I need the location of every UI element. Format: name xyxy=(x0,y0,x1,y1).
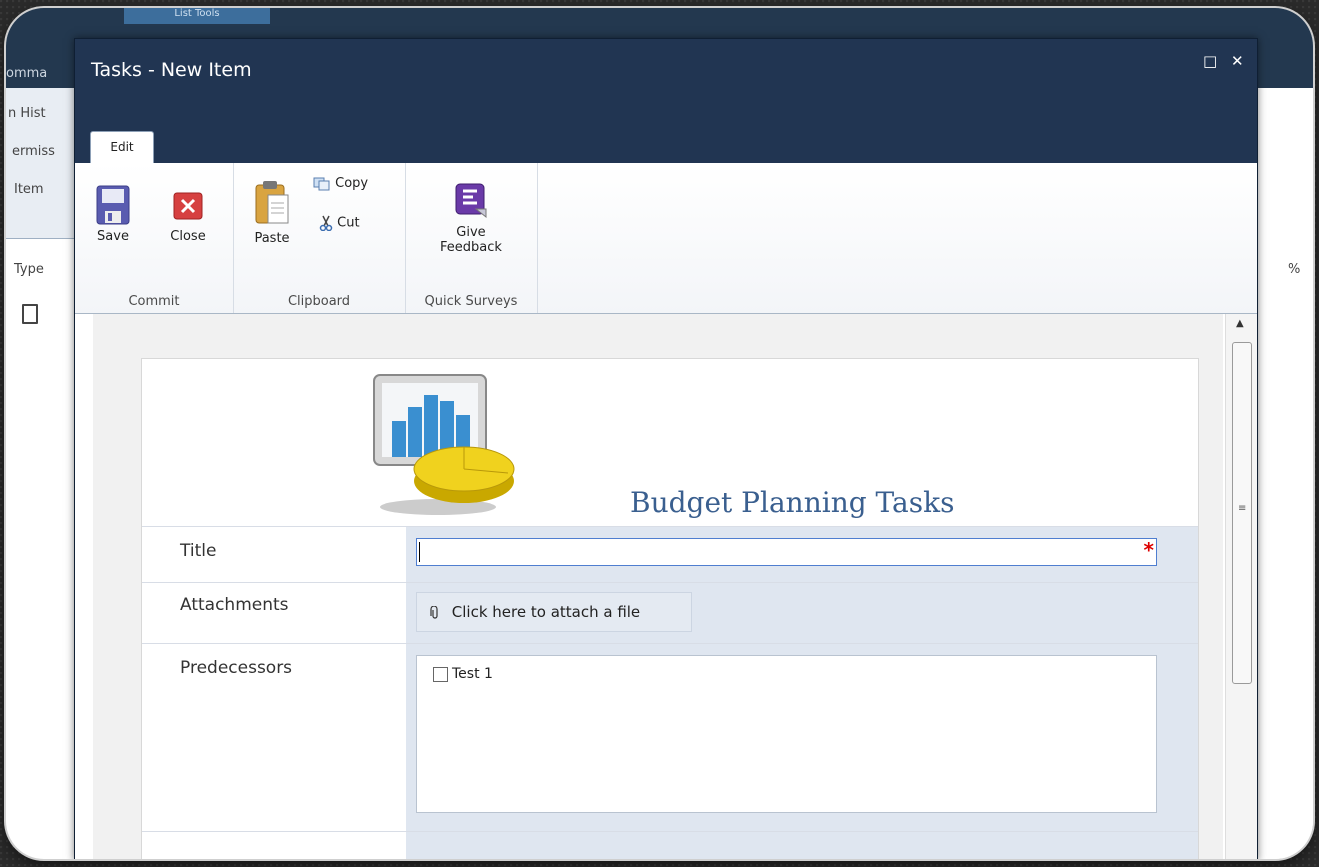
title-value-cell: * xyxy=(406,527,1198,583)
ribbon: Save Close Commit Paste Copy Cut Clipboa… xyxy=(75,163,1257,314)
predecessor-option-label: Test 1 xyxy=(452,666,493,682)
chart-pie-logo xyxy=(373,374,515,515)
maximize-icon[interactable]: □ xyxy=(1203,52,1217,70)
save-label: Save xyxy=(97,229,129,244)
background-document-icon xyxy=(22,304,38,324)
red-x-icon xyxy=(173,192,203,220)
title-label: Title xyxy=(180,541,217,561)
background-label-1: n Hist xyxy=(8,106,46,121)
copy-button[interactable]: Copy xyxy=(313,176,368,191)
new-item-dialog: Tasks - New Item □ ✕ Edit Save Close Com… xyxy=(74,38,1258,859)
save-button[interactable]: Save xyxy=(89,185,137,244)
title-input[interactable]: * xyxy=(416,538,1157,566)
dialog-title: Tasks - New Item xyxy=(91,59,252,81)
attach-file-button[interactable]: Click here to attach a file xyxy=(416,592,692,632)
clipboard-icon xyxy=(255,181,289,224)
tab-edit[interactable]: Edit xyxy=(90,131,154,164)
paste-button[interactable]: Paste xyxy=(247,179,297,246)
background-right-area xyxy=(1256,88,1313,859)
scroll-grip-icon: ≡ xyxy=(1238,503,1247,514)
list-item: Test 1 xyxy=(433,666,493,682)
close-label: Close xyxy=(170,229,206,244)
new-item-form: Budget Planning Tasks Title * Attachment… xyxy=(141,358,1199,859)
predecessors-value-cell: Test 1 xyxy=(406,644,1198,832)
attachments-value-cell: Click here to attach a file xyxy=(406,583,1198,644)
screenshot-frame: List Tools omma n Hist ermiss Item Type … xyxy=(6,8,1313,859)
copy-icon xyxy=(313,177,330,190)
scroll-up-arrow-icon[interactable]: ▲ xyxy=(1236,318,1244,329)
background-list-tools-tab[interactable]: List Tools xyxy=(124,8,270,24)
paperclip-icon xyxy=(430,604,438,619)
attachments-label: Attachments xyxy=(180,595,289,615)
paste-label: Paste xyxy=(254,231,290,246)
predecessor-checkbox[interactable] xyxy=(433,666,448,682)
title-row: Title * xyxy=(142,526,1198,583)
predecessors-row: Predecessors Test 1 xyxy=(142,643,1198,832)
give-feedback-button[interactable]: Give Feedback xyxy=(429,181,513,255)
feedback-icon xyxy=(455,183,487,219)
background-label-2: ermiss xyxy=(12,144,55,159)
close-button[interactable]: Close xyxy=(159,185,217,244)
dialog-titlebar: Tasks - New Item □ ✕ Edit xyxy=(75,39,1257,164)
predecessors-list: Test 1 xyxy=(416,655,1157,813)
background-label-3: Item xyxy=(14,182,44,197)
ribbon-group-clipboard: Paste Copy Cut Clipboard xyxy=(233,163,406,313)
next-field-row xyxy=(142,831,1198,859)
close-icon[interactable]: ✕ xyxy=(1231,52,1244,70)
background-right-symbol: % xyxy=(1288,262,1301,277)
predecessors-label: Predecessors xyxy=(180,658,293,678)
required-indicator: * xyxy=(1143,538,1154,562)
copy-label: Copy xyxy=(335,176,369,191)
feedback-label: Feedback xyxy=(440,240,502,255)
ribbon-group-quick-surveys: Give Feedback Quick Surveys xyxy=(405,163,538,313)
ribbon-group-commit: Save Close Commit xyxy=(75,163,234,313)
background-column-type: Type xyxy=(14,262,44,277)
attachments-row: Attachments Click here to attach a file xyxy=(142,582,1198,644)
floppy-disk-icon xyxy=(96,185,130,225)
next-field-value-cell xyxy=(406,832,1198,859)
background-label-0: omma xyxy=(6,66,48,81)
form-header-title: Budget Planning Tasks xyxy=(630,486,955,519)
text-caret xyxy=(419,542,420,562)
cut-label: Cut xyxy=(337,215,360,231)
vertical-scrollbar[interactable]: ▲ ≡ xyxy=(1225,314,1257,859)
scissors-icon xyxy=(319,215,333,232)
attach-file-label: Click here to attach a file xyxy=(451,603,641,621)
quick-surveys-group-label: Quick Surveys xyxy=(424,294,518,309)
give-label: Give xyxy=(456,225,486,240)
scroll-thumb[interactable]: ≡ xyxy=(1232,342,1252,684)
cut-button[interactable]: Cut xyxy=(319,215,360,232)
dialog-content: Budget Planning Tasks Title * Attachment… xyxy=(93,314,1223,859)
commit-group-label: Commit xyxy=(128,294,180,309)
clipboard-group-label: Clipboard xyxy=(287,294,351,309)
